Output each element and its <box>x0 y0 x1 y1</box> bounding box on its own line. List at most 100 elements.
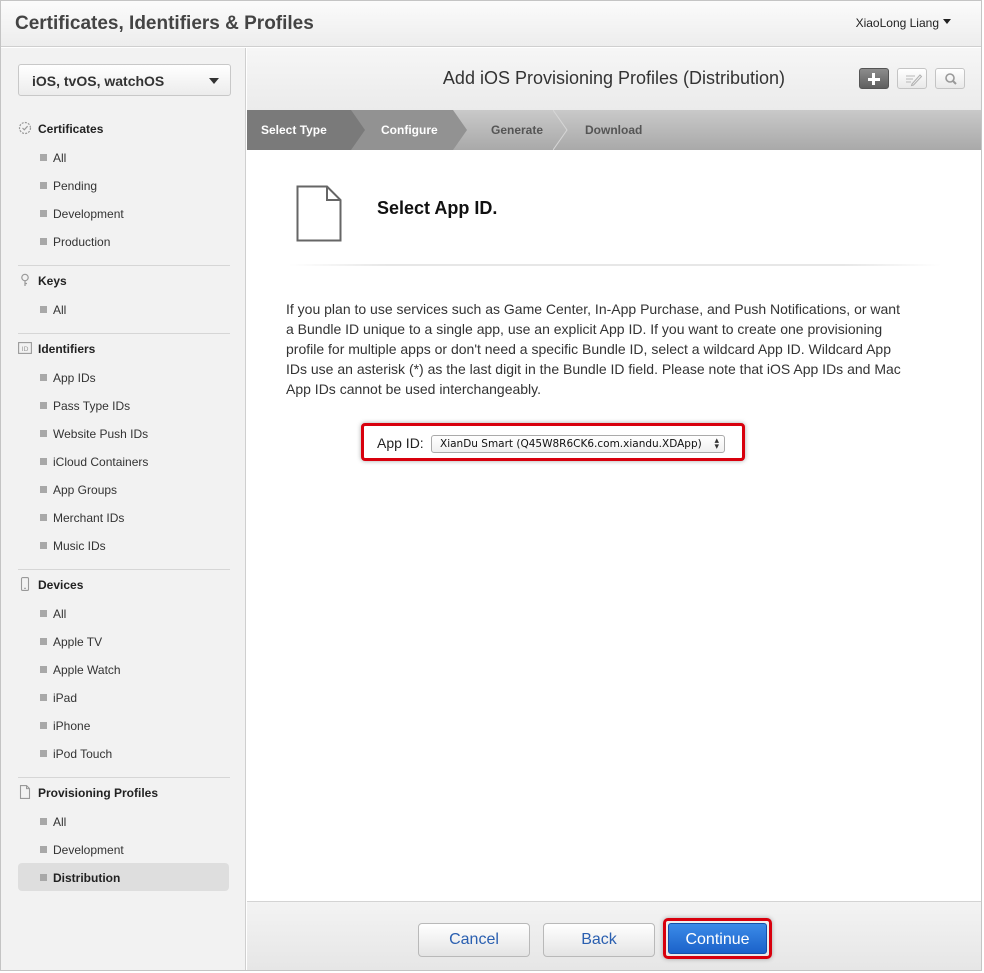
top-header: Certificates, Identifiers & Profiles Xia… <box>1 1 981 47</box>
sidebar-item-app-groups[interactable]: App Groups <box>1 475 246 503</box>
key-icon <box>21 273 29 286</box>
bullet-icon <box>40 750 47 757</box>
search-icon <box>945 73 957 85</box>
sidebar-item-pass-type-ids[interactable]: Pass Type IDs <box>1 391 246 419</box>
bullet-icon <box>40 610 47 617</box>
continue-button[interactable]: Continue <box>668 923 767 954</box>
bullet-icon <box>40 154 47 161</box>
sidebar-section-devices: Devices All Apple TV Apple Watch iPad iP… <box>1 571 246 767</box>
sidebar-item-label: iPod Touch <box>53 747 113 761</box>
bullet-icon <box>40 210 47 217</box>
sidebar-item-label: iCloud Containers <box>53 455 149 469</box>
sidebar-item-label: iPad <box>53 691 78 705</box>
sidebar-item-label: Website Push IDs <box>53 427 149 441</box>
sidebar-section-title: Identifiers <box>38 342 96 356</box>
sidebar-item-profiles-development[interactable]: Development <box>1 835 246 863</box>
bullet-icon <box>40 306 47 313</box>
pencil-icon <box>906 74 923 87</box>
sidebar-section-header: Certificates <box>1 115 246 143</box>
step-download: Download <box>553 110 673 150</box>
bullet-icon <box>40 666 47 673</box>
sidebar-item-ipad[interactable]: iPad <box>1 683 246 711</box>
sidebar-section-header: Provisioning Profiles <box>1 779 246 807</box>
sidebar-item-iphone[interactable]: iPhone <box>1 711 246 739</box>
bullet-icon <box>40 722 47 729</box>
bullet-icon <box>40 638 47 645</box>
sidebar-divider <box>18 265 230 266</box>
profile-doc-icon <box>19 785 31 799</box>
sidebar-item-profiles-distribution[interactable]: Distribution <box>18 863 229 891</box>
bullet-icon <box>40 874 47 881</box>
main-header: Add iOS Provisioning Profiles (Distribut… <box>247 48 981 110</box>
sidebar-section-title: Devices <box>38 578 84 592</box>
page-title-text: Add iOS Provisioning Profiles (Distribut… <box>442 68 786 88</box>
sidebar-item-apple-tv[interactable]: Apple TV <box>1 627 246 655</box>
main-panel: Add iOS Provisioning Profiles (Distribut… <box>247 48 981 970</box>
document-icon <box>296 185 342 242</box>
bullet-icon <box>40 514 47 521</box>
sidebar-item-keys-all[interactable]: All <box>1 295 246 323</box>
sidebar-divider <box>18 333 230 334</box>
sidebar-item-label: iPhone <box>53 719 91 733</box>
certificate-icon <box>18 121 32 135</box>
search-button[interactable] <box>935 68 965 89</box>
sidebar-item-apple-watch[interactable]: Apple Watch <box>1 655 246 683</box>
sidebar-item-label: App IDs <box>53 371 96 385</box>
sidebar-item-app-ids[interactable]: App IDs <box>1 363 246 391</box>
sidebar-item-label: Production <box>53 235 111 249</box>
sidebar-item-icloud-containers[interactable]: iCloud Containers <box>1 447 246 475</box>
bullet-icon <box>40 374 47 381</box>
sidebar-section-certificates: Certificates All Pending Development Pro… <box>1 115 246 255</box>
step-chevron-icon <box>351 110 365 150</box>
caret-down-icon <box>943 19 951 24</box>
edit-button[interactable] <box>897 68 927 89</box>
step-label: Select Type <box>261 123 327 137</box>
platform-dropdown[interactable]: iOS, tvOS, watchOS <box>18 64 231 96</box>
sidebar-section-keys: Keys All <box>1 267 246 323</box>
app-id-label: App ID: <box>377 435 424 451</box>
bullet-icon <box>40 458 47 465</box>
sidebar-item-ipod-touch[interactable]: iPod Touch <box>1 739 246 767</box>
step-label: Generate <box>491 123 544 137</box>
device-icon <box>20 577 30 591</box>
sidebar-item-label: Development <box>53 843 124 857</box>
sidebar-section-header: ID Identifiers <box>1 335 246 363</box>
cancel-button[interactable]: Cancel <box>418 923 530 957</box>
app-title: Certificates, Identifiers & Profiles <box>15 13 314 34</box>
sidebar-item-certificates-all[interactable]: All <box>1 143 246 171</box>
select-updown-icon: ▴ ▾ <box>714 436 719 452</box>
sidebar-item-label: Music IDs <box>53 539 106 553</box>
step-label: Download <box>585 123 643 137</box>
sidebar-divider <box>18 569 230 570</box>
add-button[interactable] <box>859 68 889 89</box>
sidebar-item-label: All <box>53 607 67 621</box>
sidebar-item-label: Merchant IDs <box>53 511 125 525</box>
plus-icon <box>872 73 875 85</box>
sidebar-item-music-ids[interactable]: Music IDs <box>1 531 246 559</box>
app-id-select[interactable]: XianDu Smart (Q45W8R6CK6.com.xiandu.XDAp… <box>431 435 725 453</box>
sidebar-item-label: Distribution <box>53 871 121 885</box>
sidebar-item-merchant-ids[interactable]: Merchant IDs <box>1 503 246 531</box>
sidebar-item-label: Pending <box>53 179 98 193</box>
sidebar-divider <box>18 777 230 778</box>
description-text: If you plan to use services such as Game… <box>286 301 901 397</box>
sidebar-item-website-push-ids[interactable]: Website Push IDs <box>1 419 246 447</box>
sidebar-item-certificates-production[interactable]: Production <box>1 227 246 255</box>
bullet-icon <box>40 430 47 437</box>
sidebar-section-title: Certificates <box>38 122 104 136</box>
app-id-selected-value: XianDu Smart (Q45W8R6CK6.com.xiandu.XDAp… <box>440 438 702 450</box>
bullet-icon <box>40 846 47 853</box>
sidebar-item-label: All <box>53 151 67 165</box>
sidebar: iOS, tvOS, watchOS Certificates All Pend… <box>1 48 246 970</box>
sidebar-item-certificates-pending[interactable]: Pending <box>1 171 246 199</box>
sidebar-item-devices-all[interactable]: All <box>1 599 246 627</box>
user-menu[interactable]: XiaoLong Liang <box>856 16 951 30</box>
sidebar-item-profiles-all[interactable]: All <box>1 807 246 835</box>
section-title: Select App ID. <box>377 198 498 218</box>
back-button[interactable]: Back <box>543 923 655 957</box>
platform-dropdown-label: iOS, tvOS, watchOS <box>32 73 165 89</box>
step-select-type: Select Type <box>247 110 351 150</box>
sidebar-item-certificates-development[interactable]: Development <box>1 199 246 227</box>
section-divider <box>289 264 941 266</box>
bullet-icon <box>40 182 47 189</box>
